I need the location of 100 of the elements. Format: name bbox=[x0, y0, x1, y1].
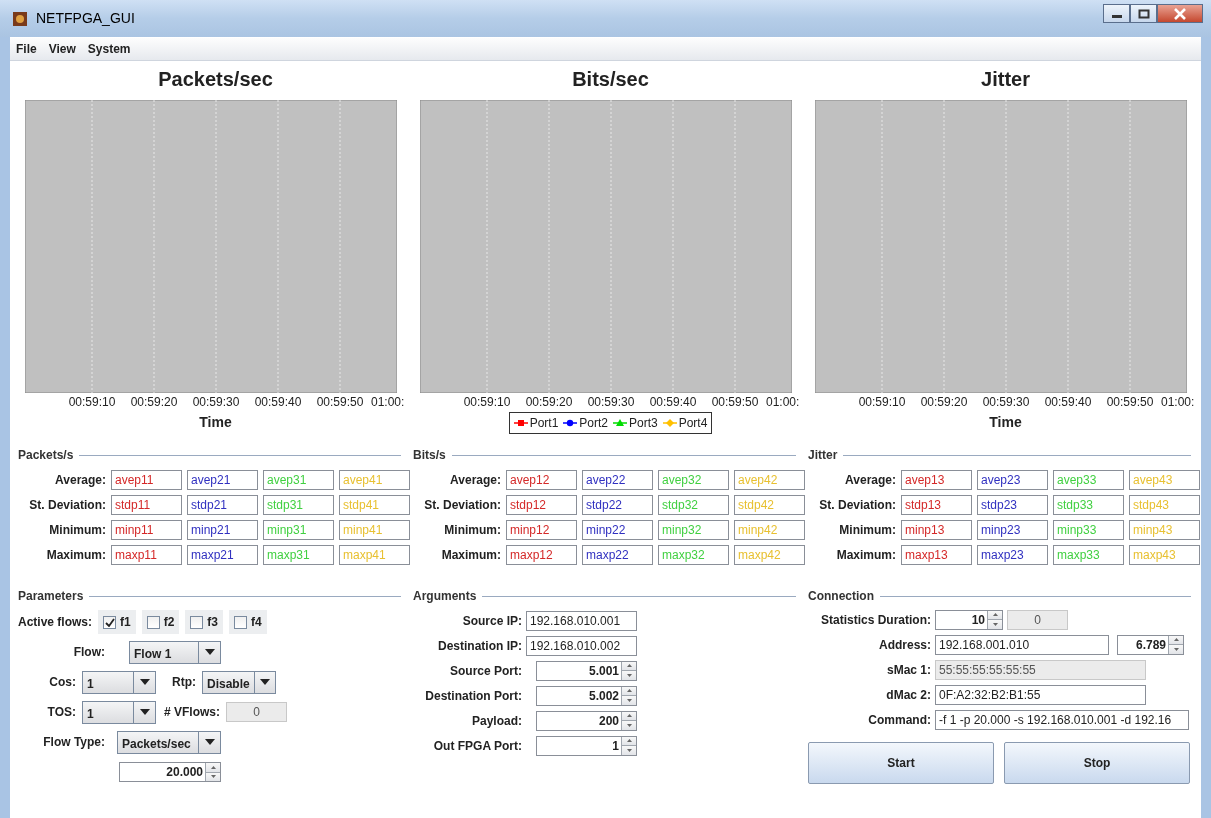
stat-field: stdp12 bbox=[506, 494, 577, 515]
stat-field: minp21 bbox=[187, 519, 258, 540]
action-button[interactable]: Stop bbox=[1004, 742, 1190, 784]
flow-checkbox[interactable]: f2 bbox=[141, 610, 180, 634]
stat-field: maxp42 bbox=[734, 544, 805, 565]
input-field[interactable]: 192.168.001.010 bbox=[935, 634, 1109, 655]
axis-tick-label: 00:59:50 bbox=[315, 394, 365, 411]
field-label: Destination Port: bbox=[424, 687, 522, 705]
axis-tick-label: 00:59:10 bbox=[462, 394, 512, 411]
section-title: Packets/s bbox=[18, 447, 74, 464]
number-spinner[interactable]: 200 bbox=[536, 710, 637, 731]
stat-field: maxp41 bbox=[339, 544, 410, 565]
axis-tick-label: 00:59:10 bbox=[67, 394, 117, 411]
legend-marker-icon bbox=[563, 418, 578, 428]
field-label: TOS: bbox=[46, 704, 76, 721]
minimize-button[interactable] bbox=[1103, 4, 1130, 23]
axis-tick-label: 00:59:20 bbox=[129, 394, 179, 411]
stat-field: stdp31 bbox=[263, 494, 334, 515]
axis-tick-label: 00:59:30 bbox=[191, 394, 241, 411]
dropdown[interactable]: 1 bbox=[82, 700, 156, 724]
field-label: Address: bbox=[878, 636, 931, 654]
spin-up-icon bbox=[210, 765, 216, 769]
stat-field: avep42 bbox=[734, 469, 805, 490]
input-field[interactable]: -f 1 -p 20.000 -s 192.168.010.001 -d 192.16 bbox=[935, 709, 1189, 730]
dropdown[interactable]: 1 bbox=[82, 670, 156, 694]
stat-field: stdp33 bbox=[1053, 494, 1124, 515]
section-title: Bits/s bbox=[413, 447, 446, 464]
menu-item[interactable]: File bbox=[16, 40, 37, 58]
field-label: Minimum: bbox=[443, 521, 501, 539]
input-field[interactable]: 192.168.010.001 bbox=[526, 610, 637, 631]
legend-label: Port2 bbox=[579, 415, 608, 432]
stat-field: stdp11 bbox=[111, 494, 182, 515]
menu-item[interactable]: System bbox=[87, 40, 131, 58]
stat-field: avep11 bbox=[111, 469, 182, 490]
spin-down-icon bbox=[626, 673, 632, 677]
stat-field: avep21 bbox=[187, 469, 258, 490]
field-label: Source Port: bbox=[449, 662, 522, 680]
stat-field: maxp11 bbox=[111, 544, 182, 565]
stat-field: maxp32 bbox=[658, 544, 729, 565]
axis-tick-label: 01:00: bbox=[766, 394, 800, 411]
number-spinner[interactable]: 5.002 bbox=[536, 685, 637, 706]
dropdown[interactable]: Disable bbox=[202, 670, 276, 694]
stat-field: minp32 bbox=[658, 519, 729, 540]
stat-field: maxp33 bbox=[1053, 544, 1124, 565]
flow-checkbox[interactable]: f3 bbox=[185, 610, 224, 634]
spin-down-icon bbox=[1173, 647, 1179, 651]
axis-tick-label: 00:59:10 bbox=[857, 394, 907, 411]
menu-item[interactable]: View bbox=[48, 40, 76, 58]
spin-up-icon bbox=[992, 613, 998, 617]
caret-icon bbox=[204, 649, 215, 655]
stat-field: avep31 bbox=[263, 469, 334, 490]
number-spinner[interactable]: 5.001 bbox=[536, 660, 637, 681]
input-field: 0 bbox=[1007, 609, 1068, 630]
number-spinner[interactable]: 10 bbox=[935, 609, 1003, 630]
stat-field: avep22 bbox=[582, 469, 653, 490]
maximize-button[interactable] bbox=[1130, 4, 1157, 23]
spin-down-icon bbox=[626, 698, 632, 702]
flow-checkbox[interactable]: f4 bbox=[229, 610, 267, 634]
input-field[interactable]: 192.168.010.002 bbox=[526, 635, 637, 656]
number-spinner[interactable]: 6.789 bbox=[1117, 634, 1184, 655]
input-field[interactable]: 0F:A2:32:B2:B1:55 bbox=[935, 684, 1146, 705]
stat-field: minp13 bbox=[901, 519, 972, 540]
dropdown[interactable]: Packets/sec bbox=[117, 730, 221, 754]
field-label: Minimum: bbox=[48, 521, 106, 539]
stat-field: minp11 bbox=[111, 519, 182, 540]
stat-field: stdp42 bbox=[734, 494, 805, 515]
legend-label: Port1 bbox=[529, 415, 559, 432]
section-title: Jitter bbox=[808, 447, 838, 464]
axis-tick-label: 00:59:50 bbox=[710, 394, 760, 411]
field-label: Command: bbox=[867, 711, 931, 729]
spin-up-icon bbox=[1173, 638, 1179, 642]
minimize-icon bbox=[1111, 15, 1122, 18]
axis-tick-label: 00:59:40 bbox=[648, 394, 698, 411]
field-label: Statistics Duration: bbox=[820, 611, 931, 629]
input-field: 0 bbox=[226, 702, 287, 722]
field-label: Flow: bbox=[72, 644, 105, 661]
window-title: NETFPGA_GUI bbox=[36, 9, 135, 28]
number-spinner[interactable]: 1 bbox=[536, 735, 637, 756]
axis-tick-label: 01:00: bbox=[1161, 394, 1195, 411]
close-button[interactable] bbox=[1157, 4, 1203, 23]
action-button[interactable]: Start bbox=[808, 742, 994, 784]
field-label: sMac 1: bbox=[885, 661, 931, 679]
field-label: St. Deviation: bbox=[818, 496, 896, 514]
stat-field: avep33 bbox=[1053, 469, 1124, 490]
field-label: Average: bbox=[449, 471, 501, 489]
flow-checkbox[interactable]: f1 bbox=[98, 610, 136, 634]
stat-field: maxp31 bbox=[263, 544, 334, 565]
dropdown[interactable]: Flow 1 bbox=[129, 640, 221, 664]
axis-label: Time bbox=[198, 413, 233, 432]
spin-up-icon bbox=[626, 689, 632, 693]
axis-tick-label: 00:59:40 bbox=[1043, 394, 1093, 411]
number-spinner[interactable]: 20.000 bbox=[119, 762, 221, 782]
axis-tick-label: 00:59:20 bbox=[524, 394, 574, 411]
stat-field: minp42 bbox=[734, 519, 805, 540]
section-title: Arguments bbox=[413, 588, 477, 605]
stat-field: stdp32 bbox=[658, 494, 729, 515]
section-title: Parameters bbox=[18, 588, 84, 605]
stat-field: maxp22 bbox=[582, 544, 653, 565]
stat-field: maxp23 bbox=[977, 544, 1048, 565]
field-label: Destination IP: bbox=[437, 637, 522, 655]
